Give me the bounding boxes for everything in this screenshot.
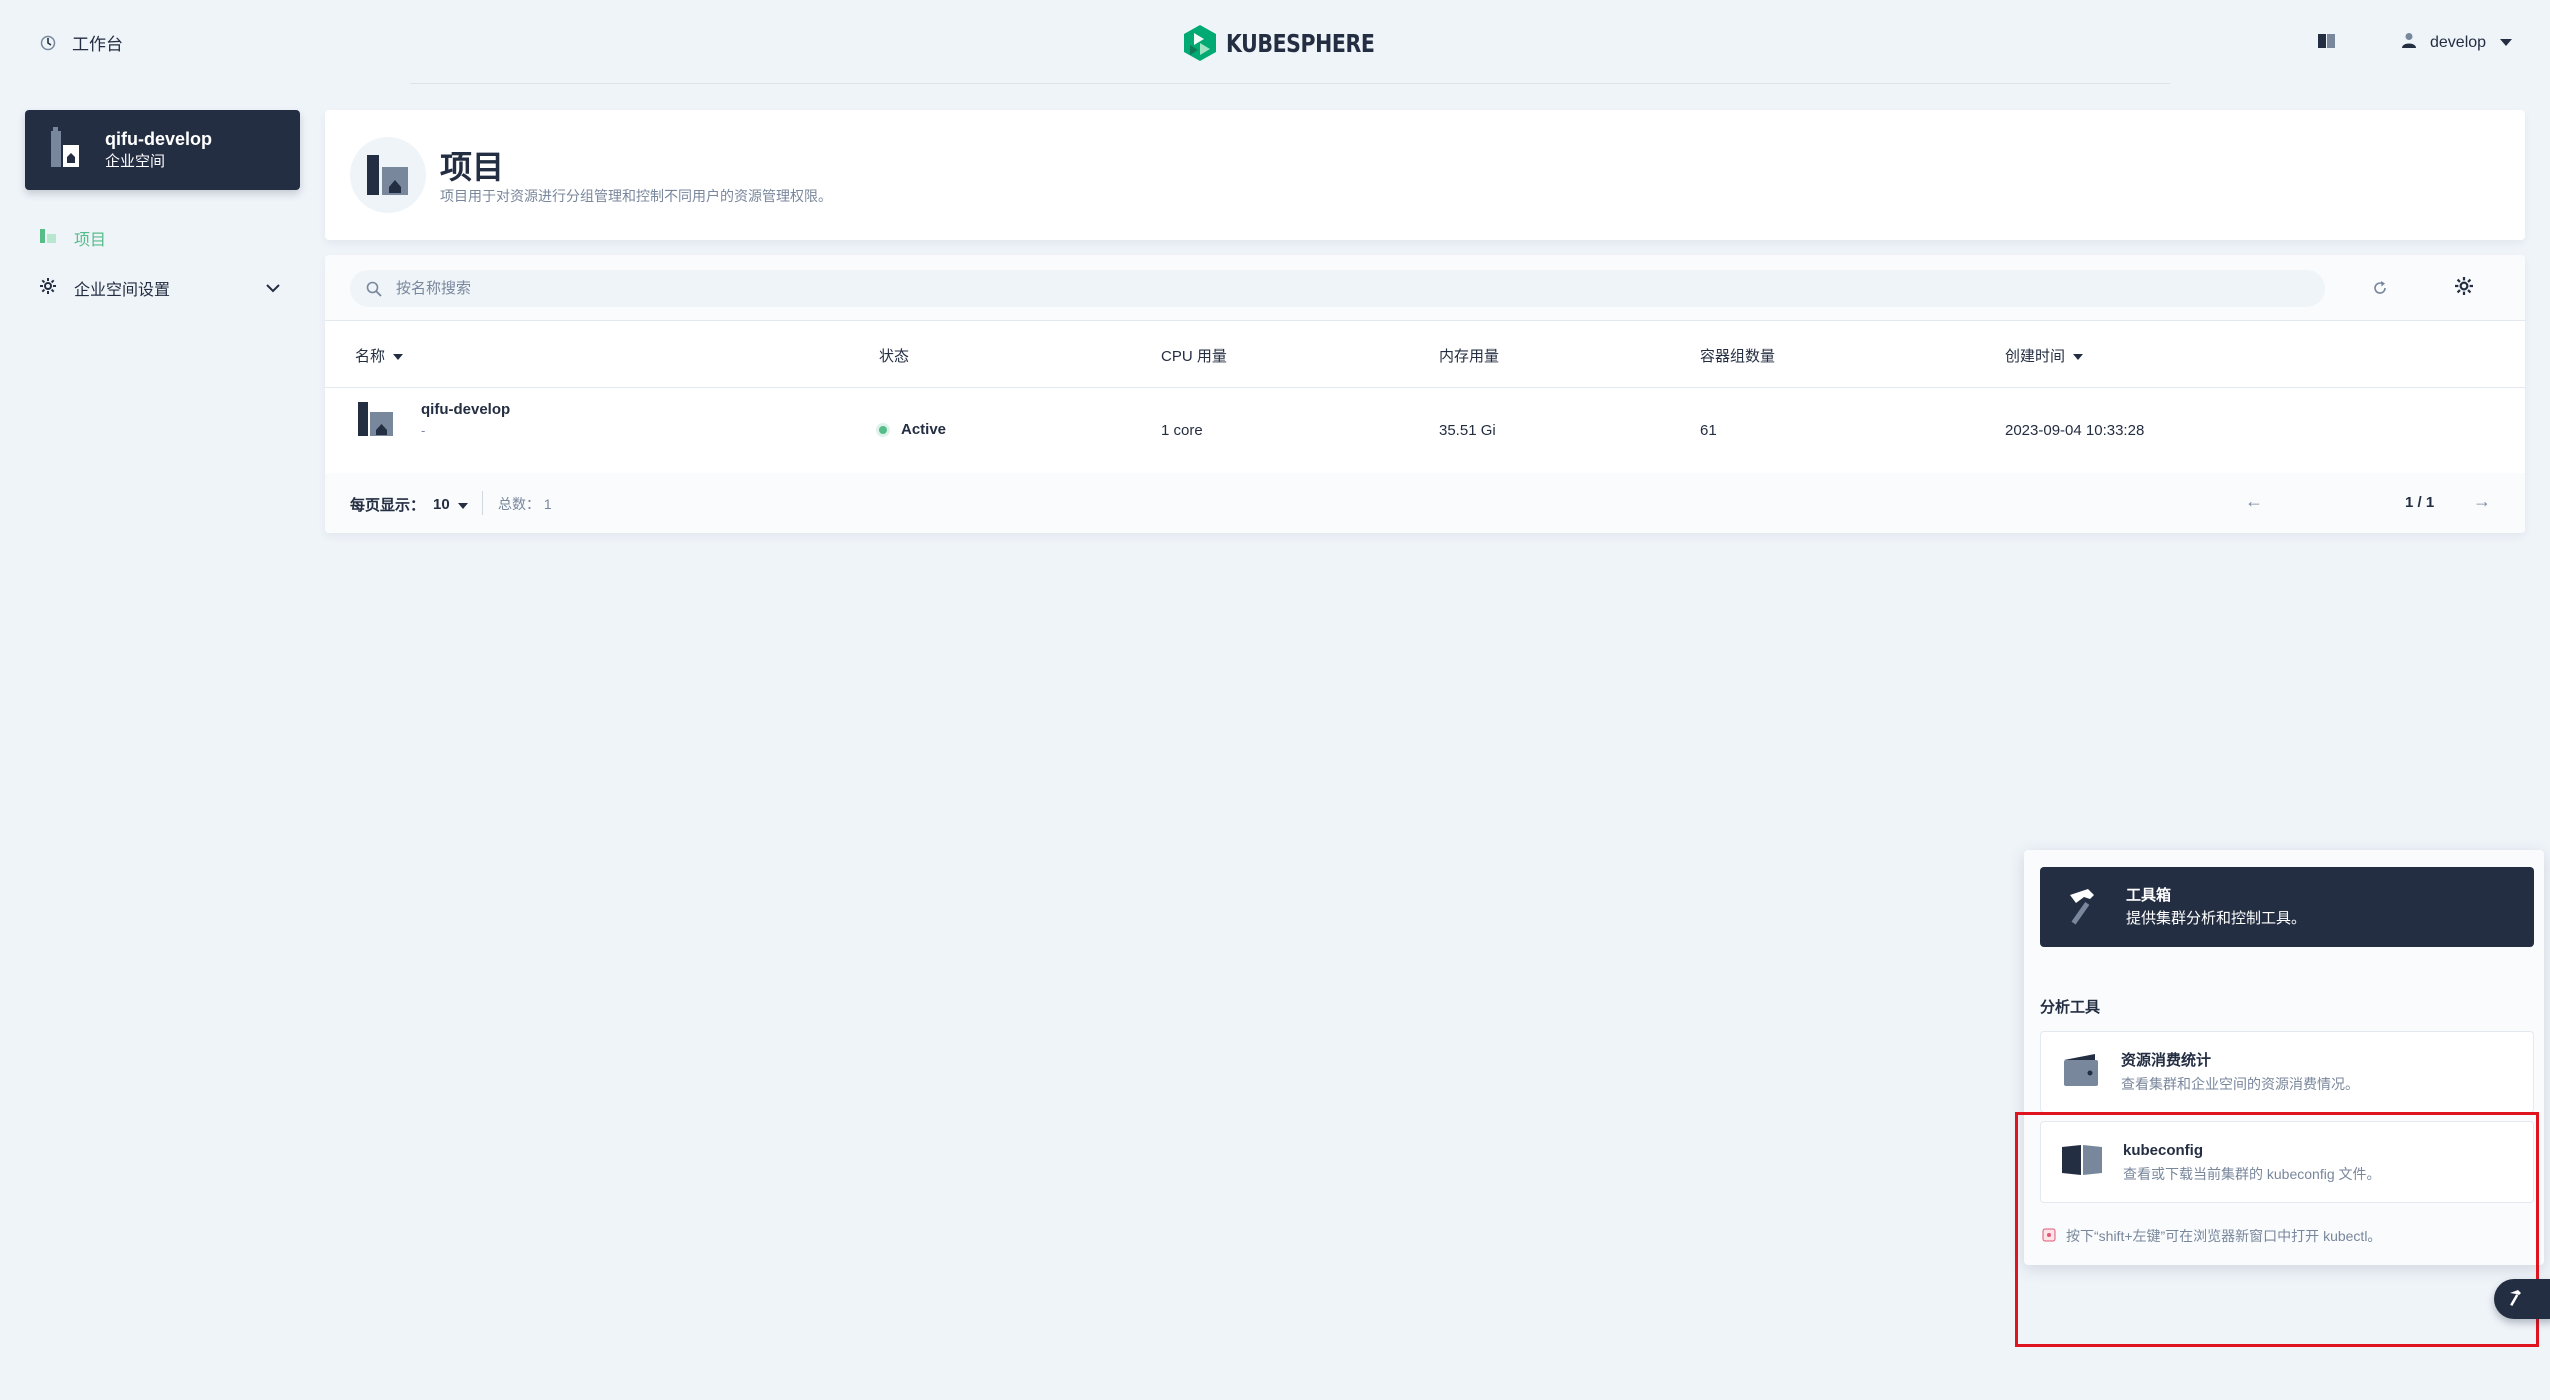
kubesphere-logo-icon	[1184, 25, 1216, 61]
sort-caret-icon	[2073, 347, 2084, 364]
workspace-card[interactable]: qifu-develop 企业空间	[25, 110, 300, 190]
page-size-label: 每页显示：	[350, 497, 426, 514]
page-size-select[interactable]: 每页显示： 10	[350, 494, 468, 515]
documentation-icon[interactable]	[2318, 34, 2336, 48]
kubectl-tip: 按下“shift+左键”可在浏览器新窗口中打开 kubectl。	[2042, 1226, 2381, 1246]
column-header-cpu: CPU 用量	[1161, 345, 1227, 366]
column-label: CPU 用量	[1161, 348, 1227, 365]
tip-text: 按下“shift+左键”可在浏览器新窗口中打开 kubectl。	[2066, 1228, 2382, 1244]
pod-count: 61	[1700, 422, 1717, 439]
workbench-link[interactable]: 工作台	[40, 30, 123, 55]
sidebar-item-label: 项目	[74, 232, 107, 249]
workspace-icon	[47, 126, 83, 174]
caret-down-icon	[457, 496, 468, 513]
caret-down-icon	[2500, 34, 2513, 52]
table-footer: 每页显示： 10 总数： 1 ← 1 / 1 →	[325, 473, 2525, 533]
project-name-link[interactable]: qifu-develop	[421, 401, 510, 418]
workspace-name: qifu-develop	[105, 129, 212, 149]
cpu-usage: 1 core	[1161, 422, 1203, 439]
sidebar-item-projects[interactable]: 项目	[40, 226, 106, 250]
book-icon	[2061, 1143, 2103, 1182]
toolbox-title: 工具箱	[2126, 887, 2172, 904]
top-header: 工作台 KUBESPHERE develop	[0, 0, 2550, 84]
toolbox-panel: 工具箱 提供集群分析和控制工具。 分析工具 资源消费统计 查看集群和企业空间的资…	[2024, 850, 2544, 1265]
column-header-pods: 容器组数量	[1700, 345, 1775, 366]
column-label: 内存用量	[1439, 348, 1500, 365]
sidebar-item-label: 企业空间设置	[74, 282, 171, 299]
toolbox-toggle-button[interactable]	[2494, 1279, 2550, 1319]
kubeconfig-item[interactable]: kubeconfig 查看或下载当前集群的 kubeconfig 文件。	[2040, 1121, 2534, 1203]
footer-divider	[482, 491, 483, 515]
refresh-icon[interactable]	[2368, 276, 2392, 300]
toolbox-subtitle: 提供集群分析和控制工具。	[2126, 910, 2307, 927]
tool-description: 查看集群和企业空间的资源消费情况。	[2121, 1076, 2359, 1092]
toolbox-header: 工具箱 提供集群分析和控制工具。	[2040, 867, 2534, 947]
table-settings-gear-icon[interactable]	[2452, 274, 2476, 298]
sidebar-item-workspace-settings[interactable]: 企业空间设置	[40, 276, 280, 300]
projects-banner-icon	[350, 137, 426, 213]
header-divider	[410, 83, 2170, 84]
status-dot	[879, 425, 887, 434]
brand-name: KUBESPHERE	[1226, 28, 1375, 58]
column-header-status: 状态	[879, 345, 909, 366]
page-indicator: 1 / 1	[2405, 494, 2435, 511]
projects-table-panel: 名称 状态 CPU 用量 内存用量 容器组数量 创建时间 qifu-develo…	[325, 255, 2525, 533]
previous-page-icon[interactable]: ←	[2245, 491, 2263, 512]
project-description: -	[421, 423, 426, 438]
tip-icon	[2042, 1228, 2056, 1245]
tool-description: 查看或下载当前集群的 kubeconfig 文件。	[2123, 1166, 2381, 1182]
user-icon	[2402, 32, 2416, 53]
column-label: 名称	[355, 348, 386, 365]
hammer-icon	[2506, 1288, 2524, 1311]
column-header-created[interactable]: 创建时间	[2005, 345, 2084, 366]
search-input[interactable]	[396, 280, 2296, 297]
page-banner: 项目 项目用于对资源进行分组管理和控制不同用户的资源管理权限。	[325, 110, 2525, 240]
user-name: develop	[2430, 33, 2487, 51]
project-icon	[40, 228, 56, 248]
page-size-value: 10	[433, 496, 450, 513]
user-menu[interactable]: develop	[2402, 32, 2513, 53]
project-icon	[357, 400, 395, 443]
creation-time: 2023-09-04 10:33:28	[2005, 422, 2145, 439]
column-header-memory: 内存用量	[1439, 345, 1499, 366]
search-icon	[366, 281, 382, 297]
wallet-icon	[2061, 1050, 2101, 1095]
search-bar[interactable]	[350, 270, 2325, 307]
workspace-type: 企业空间	[105, 153, 166, 170]
tool-title: kubeconfig	[2123, 1142, 2204, 1159]
status-badge: Active	[879, 421, 946, 438]
next-page-icon[interactable]: →	[2473, 491, 2491, 512]
tool-title: 资源消费统计	[2121, 1052, 2212, 1069]
status-text: Active	[901, 421, 947, 438]
column-label: 创建时间	[2005, 348, 2066, 365]
memory-usage: 35.51 Gi	[1439, 422, 1496, 439]
total-count: 总数： 1	[498, 496, 552, 512]
column-label: 状态	[879, 348, 910, 365]
analysis-tools-heading: 分析工具	[2040, 999, 2101, 1016]
column-label: 容器组数量	[1700, 348, 1776, 365]
page-title: 项目	[440, 149, 505, 185]
sort-caret-icon	[393, 347, 404, 364]
hammer-icon	[2062, 885, 2102, 930]
workbench-label: 工作台	[72, 35, 123, 54]
table-toolbar	[325, 255, 2525, 321]
row-divider	[325, 387, 2525, 388]
resource-consumption-item[interactable]: 资源消费统计 查看集群和企业空间的资源消费情况。	[2040, 1031, 2534, 1113]
gear-icon	[40, 277, 56, 299]
page-description: 项目用于对资源进行分组管理和控制不同用户的资源管理权限。	[440, 188, 832, 204]
column-header-name[interactable]: 名称	[355, 345, 404, 366]
chevron-down-icon	[266, 280, 280, 298]
dashboard-icon	[40, 35, 56, 51]
kubesphere-logo[interactable]: KUBESPHERE	[1184, 25, 1407, 61]
